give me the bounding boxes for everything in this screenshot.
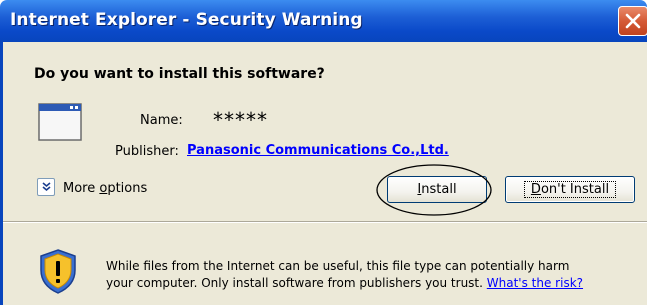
dont-install-button[interactable]: Don't Install [505, 176, 635, 203]
warning-text: While files from the Internet can be use… [106, 258, 646, 292]
publisher-label: Publisher: [115, 144, 179, 159]
warning-line-2: your computer. Only install software fro… [106, 276, 483, 290]
close-icon [625, 13, 641, 29]
window-title: Internet Explorer - Security Warning [10, 10, 363, 30]
more-options-label[interactable]: More options [63, 181, 147, 196]
install-label-rest: nstall [421, 182, 457, 197]
install-button[interactable]: Install [387, 176, 487, 203]
dont-install-focus-ring: Don't Install [523, 181, 617, 198]
security-warning-dialog: Internet Explorer - Security Warning Do … [0, 0, 647, 305]
dont-install-mnemonic: D [530, 182, 541, 197]
name-value: ***** [213, 108, 268, 132]
close-button[interactable] [618, 6, 647, 36]
security-shield-warning-icon [40, 249, 76, 294]
publisher-link[interactable]: Panasonic Communications Co.,Ltd. [187, 143, 449, 158]
warning-line-1: While files from the Internet can be use… [106, 259, 570, 273]
application-window-icon [38, 103, 82, 141]
more-options-toggle[interactable] [37, 178, 55, 196]
question-heading: Do you want to install this software? [34, 66, 325, 82]
whats-the-risk-link[interactable]: What's the risk? [487, 276, 583, 290]
more-options-prefix: More [63, 181, 100, 196]
chevron-down-double-icon [42, 182, 51, 192]
title-bar[interactable]: Internet Explorer - Security Warning [0, 0, 647, 42]
more-options-suffix: ptions [107, 181, 148, 196]
name-label: Name: [140, 113, 183, 128]
dont-install-label-rest: on't Install [540, 182, 610, 197]
divider-highlight [3, 222, 647, 223]
